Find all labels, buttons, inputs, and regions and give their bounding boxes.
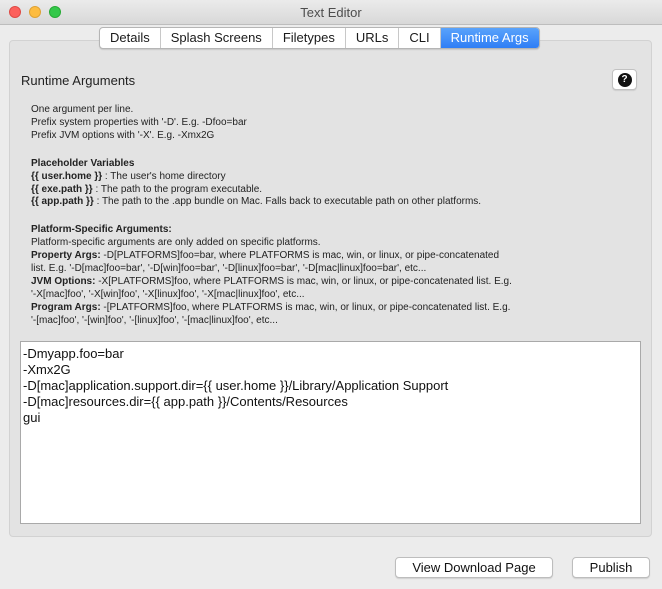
editor-line: -D[mac]application.support.dir={{ user.h… [23, 378, 449, 393]
placeholder-item: {{ exe.path }} : The path to the program… [31, 183, 263, 195]
platform-item-cont: '-[mac]foo', '-[win]foo', '-[linux]foo',… [31, 314, 278, 326]
platform-item: Program Args: -[PLATFORMS]foo, where PLA… [31, 301, 511, 313]
help-line: Prefix system properties with '-D'. E.g.… [31, 116, 247, 128]
placeholder-heading: Placeholder Variables [31, 157, 135, 169]
tab-cli[interactable]: CLI [399, 28, 441, 48]
platform-item-cont: list. E.g. '-D[mac]foo=bar', '-D[win]foo… [31, 263, 427, 275]
platform-heading: Platform-Specific Arguments: [31, 224, 172, 236]
view-download-page-button[interactable]: View Download Page [395, 557, 553, 578]
platform-intro: Platform-specific arguments are only add… [31, 237, 321, 249]
placeholder-item: {{ user.home }} : The user's home direct… [31, 170, 226, 182]
editor-line: gui [23, 410, 41, 425]
tab-bar: Details Splash Screens Filetypes URLs CL… [99, 27, 540, 49]
tab-urls[interactable]: URLs [346, 28, 400, 48]
tab-filetypes[interactable]: Filetypes [273, 28, 346, 48]
help-line: Prefix JVM options with '-X'. E.g. -Xmx2… [31, 129, 215, 141]
help-text: One argument per line. Prefix system pro… [31, 104, 591, 328]
platform-item: JVM Options: -X[PLATFORMS]foo, where PLA… [31, 275, 512, 287]
platform-item: Property Args: -D[PLATFORMS]foo=bar, whe… [31, 250, 500, 262]
question-mark-icon: ? [617, 72, 632, 87]
publish-button[interactable]: Publish [572, 557, 650, 578]
tab-details[interactable]: Details [100, 28, 161, 48]
tab-splash-screens[interactable]: Splash Screens [161, 28, 273, 48]
help-button[interactable]: ? [612, 69, 637, 90]
placeholder-item: {{ app.path }} : The path to the .app bu… [31, 196, 482, 208]
editor-line: -Xmx2G [23, 362, 71, 377]
title-bar: Text Editor [0, 0, 662, 25]
editor-line: -D[mac]resources.dir={{ app.path }}/Cont… [23, 394, 348, 409]
editor-line: -Dmyapp.foo=bar [23, 346, 124, 361]
platform-item-cont: '-X[mac]foo', '-X[win]foo', '-X[linux]fo… [31, 288, 305, 300]
window-title: Text Editor [300, 5, 362, 20]
tab-runtime-args[interactable]: Runtime Args [440, 28, 539, 48]
runtime-args-editor[interactable]: -Dmyapp.foo=bar -Xmx2G -D[mac]applicatio… [20, 341, 641, 524]
help-line: One argument per line. [31, 104, 134, 115]
section-title: Runtime Arguments [21, 73, 136, 88]
